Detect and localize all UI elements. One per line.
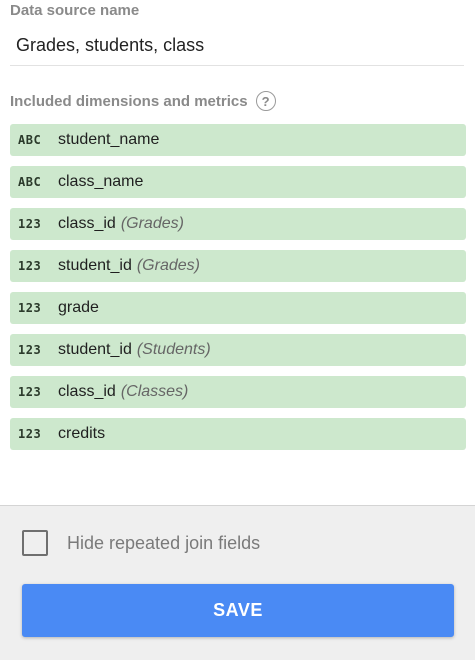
fields-section-header: Included dimensions and metrics ? bbox=[10, 90, 276, 112]
field-name: student_id bbox=[58, 257, 132, 274]
data-source-name-label: Data source name bbox=[10, 2, 140, 19]
field-chip[interactable]: 123 class_id (Classes) bbox=[10, 376, 466, 408]
text-type-icon: ABC bbox=[18, 133, 42, 147]
field-chip[interactable]: 123 student_id (Students) bbox=[10, 334, 466, 366]
number-type-icon: 123 bbox=[18, 301, 42, 315]
field-source: (Grades) bbox=[136, 257, 200, 274]
question-circle-icon[interactable]: ? bbox=[255, 91, 276, 111]
field-name: student_name bbox=[58, 131, 160, 148]
field-name: credits bbox=[58, 425, 106, 442]
save-button[interactable]: SAVE bbox=[22, 584, 454, 637]
field-source: (Classes) bbox=[120, 383, 189, 400]
field-name: grade bbox=[58, 299, 99, 316]
field-source: (Students) bbox=[136, 341, 211, 358]
hide-repeated-join-fields-checkbox[interactable] bbox=[22, 530, 48, 556]
checkbox-label: Hide repeated join fields bbox=[67, 532, 261, 553]
data-source-name-input[interactable]: Grades, students, class bbox=[10, 26, 464, 66]
number-type-icon: 123 bbox=[18, 343, 42, 357]
data-source-editor: Data source name Grades, students, class… bbox=[0, 0, 475, 660]
number-type-icon: 123 bbox=[18, 427, 42, 441]
footer-panel: Hide repeated join fields SAVE bbox=[0, 505, 475, 660]
field-name: student_id bbox=[58, 341, 132, 358]
number-type-icon: 123 bbox=[18, 217, 42, 231]
field-name: class_name bbox=[58, 173, 144, 190]
field-chip[interactable]: ABC class_name bbox=[10, 166, 466, 198]
data-source-name-value: Grades, students, class bbox=[16, 35, 205, 55]
number-type-icon: 123 bbox=[18, 385, 42, 399]
field-chip[interactable]: 123 student_id (Grades) bbox=[10, 250, 466, 282]
field-source: (Grades) bbox=[120, 215, 184, 232]
fields-list: ABC student_name ABC class_name 123 clas… bbox=[10, 124, 466, 460]
field-name: class_id bbox=[58, 215, 116, 232]
hide-repeated-join-fields-option[interactable]: Hide repeated join fields bbox=[22, 530, 260, 556]
field-chip[interactable]: 123 grade bbox=[10, 292, 466, 324]
field-chip[interactable]: 123 credits bbox=[10, 418, 466, 450]
number-type-icon: 123 bbox=[18, 259, 42, 273]
field-chip[interactable]: ABC student_name bbox=[10, 124, 466, 156]
text-type-icon: ABC bbox=[18, 175, 42, 189]
field-name: class_id bbox=[58, 383, 116, 400]
fields-section-title: Included dimensions and metrics bbox=[10, 92, 248, 110]
field-chip[interactable]: 123 class_id (Grades) bbox=[10, 208, 466, 240]
